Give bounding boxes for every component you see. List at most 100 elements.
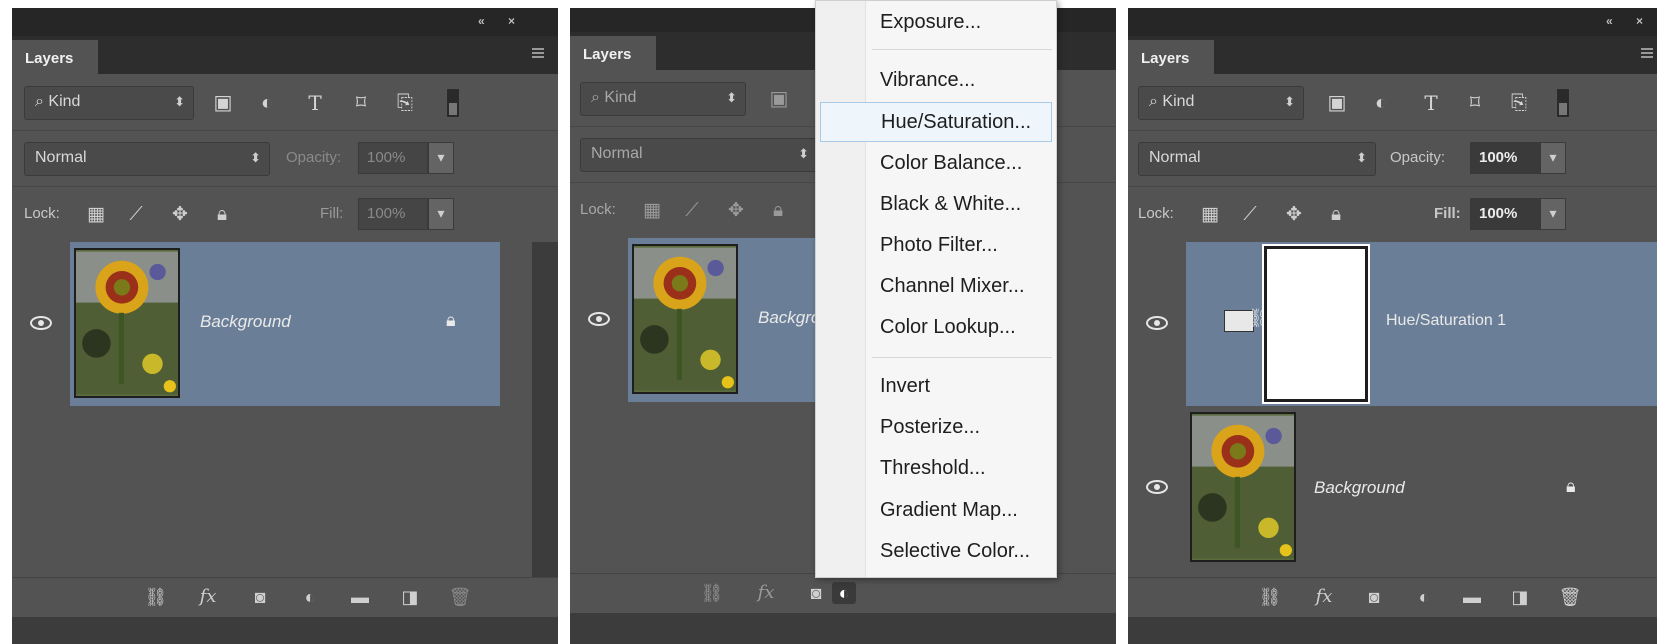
opacity-field[interactable]: 100%	[1470, 142, 1540, 174]
lock-all-icon[interactable]: 🔒︎	[766, 199, 790, 223]
layer-row-background[interactable]: Background 🔒︎	[1128, 406, 1657, 570]
folder-icon[interactable]: ▬	[1460, 586, 1484, 608]
filter-shape-icon[interactable]: ⌑	[1462, 92, 1488, 114]
close-icon[interactable]: ×	[508, 14, 515, 28]
link-icon[interactable]: ⛓	[144, 586, 168, 608]
layer-mask-thumbnail[interactable]	[1262, 244, 1370, 404]
scrollbar[interactable]	[532, 242, 558, 577]
lock-all-icon[interactable]: 🔒︎	[210, 203, 234, 227]
lock-brush-icon[interactable]: ⟋	[124, 203, 148, 227]
lock-transparency-icon[interactable]: ▦	[84, 203, 108, 227]
mask-icon[interactable]: ◙	[804, 582, 828, 604]
fill-field[interactable]: 100%	[1470, 198, 1540, 230]
menu-item-gradient-map[interactable]: Gradient Map...	[866, 491, 1056, 531]
layer-name[interactable]: Background	[1314, 478, 1405, 498]
filter-pixel-icon[interactable]: ▣	[766, 88, 792, 110]
collapse-icon[interactable]: «	[1606, 14, 1613, 28]
adjustment-icon[interactable]: ◐	[1412, 586, 1436, 608]
menu-item-channel-mixer[interactable]: Channel Mixer...	[866, 267, 1056, 307]
menu-item-color-lookup[interactable]: Color Lookup...	[866, 308, 1056, 348]
tab-layers[interactable]: Layers	[570, 36, 656, 70]
mask-icon[interactable]: ◙	[1362, 586, 1386, 608]
layer-name[interactable]: Background	[200, 312, 291, 332]
trash-icon[interactable]: 🗑︎	[448, 586, 472, 608]
visibility-cell[interactable]	[12, 242, 70, 406]
menu-item-selective-color[interactable]: Selective Color...	[866, 532, 1056, 572]
filter-kind-dropdown[interactable]: ⌕ Kind ⬍	[1138, 86, 1304, 120]
lock-move-icon[interactable]: ✥	[1282, 203, 1306, 227]
eye-icon[interactable]	[588, 312, 610, 326]
layer-row-hue-saturation[interactable]: ⛓ Hue/Saturation 1	[1128, 242, 1657, 406]
link-icon[interactable]: ⛓	[700, 582, 724, 604]
menu-item-posterize[interactable]: Posterize...	[866, 408, 1056, 448]
fx-icon[interactable]: fx	[754, 582, 778, 604]
fill-slider-button[interactable]: ▾	[1540, 198, 1566, 230]
blend-mode-dropdown[interactable]: Normal ⬍	[1138, 142, 1376, 176]
visibility-cell[interactable]	[1128, 242, 1186, 406]
filter-pixel-icon[interactable]: ▣	[210, 92, 236, 114]
filter-toggle-switch[interactable]	[1556, 88, 1570, 118]
panel-bottom-strip	[12, 617, 558, 644]
adjustment-icon[interactable]: ◐	[298, 586, 322, 608]
blend-mode-dropdown[interactable]: Normal ⬍	[580, 138, 818, 172]
blend-mode-value: Normal	[35, 149, 87, 166]
filter-kind-dropdown[interactable]: ⌕ Kind ⬍	[580, 82, 746, 116]
opacity-slider-button[interactable]: ▾	[1540, 142, 1566, 174]
fx-icon[interactable]: fx	[1312, 586, 1336, 608]
filter-smart-object-icon[interactable]: ⎘	[1506, 92, 1532, 114]
tab-layers[interactable]: Layers	[12, 40, 98, 74]
menu-item-vibrance[interactable]: Vibrance...	[866, 61, 1056, 101]
filter-kind-value: Kind	[48, 93, 81, 110]
layer-name[interactable]: Hue/Saturation 1	[1386, 312, 1506, 330]
fill-label: Fill:	[320, 205, 344, 222]
menu-item-color-balance[interactable]: Color Balance...	[866, 144, 1056, 184]
panel-menu-icon[interactable]	[1635, 46, 1657, 62]
tab-layers[interactable]: Layers	[1128, 40, 1214, 74]
lock-transparency-icon[interactable]: ▦	[640, 199, 664, 223]
folder-icon[interactable]: ▬	[348, 586, 372, 608]
fx-icon[interactable]: fx	[196, 586, 220, 608]
menu-item-threshold[interactable]: Threshold...	[866, 449, 1056, 489]
eye-icon[interactable]	[30, 316, 52, 330]
menu-item-hue-saturation[interactable]: Hue/Saturation...	[820, 102, 1052, 142]
lock-brush-icon[interactable]: ⟋	[680, 199, 704, 223]
menu-item-black-white[interactable]: Black & White...	[866, 185, 1056, 225]
visibility-cell[interactable]	[570, 238, 628, 402]
filter-kind-dropdown[interactable]: ⌕ Kind ⬍	[24, 86, 194, 120]
fill-field[interactable]: 100%	[358, 198, 428, 230]
blend-mode-dropdown[interactable]: Normal ⬍	[24, 142, 270, 176]
filter-adjustment-icon[interactable]: ◐	[254, 92, 280, 114]
new-layer-icon[interactable]: ◨	[1508, 586, 1532, 608]
filter-type-icon[interactable]: T	[1418, 92, 1444, 114]
menu-item-invert[interactable]: Invert	[866, 367, 1056, 407]
opacity-slider-button[interactable]: ▾	[428, 142, 454, 174]
opacity-field[interactable]: 100%	[358, 142, 428, 174]
lock-brush-icon[interactable]: ⟋	[1238, 203, 1262, 227]
filter-shape-icon[interactable]: ⌑	[348, 92, 374, 114]
trash-icon[interactable]: 🗑︎	[1558, 586, 1582, 608]
fill-slider-button[interactable]: ▾	[428, 198, 454, 230]
mask-icon[interactable]: ◙	[248, 586, 272, 608]
close-icon[interactable]: ×	[1636, 14, 1643, 28]
layer-row-background[interactable]: Background 🔒︎	[12, 242, 500, 406]
adjustment-icon[interactable]: ◐	[832, 582, 856, 604]
filter-smart-object-icon[interactable]: ⎘	[392, 92, 418, 114]
lock-transparency-icon[interactable]: ▦	[1198, 203, 1222, 227]
eye-icon[interactable]	[1146, 316, 1168, 330]
link-icon[interactable]: ⛓	[1258, 586, 1282, 608]
lock-move-icon[interactable]: ✥	[724, 199, 748, 223]
menu-item-exposure[interactable]: Exposure...	[866, 3, 1056, 43]
eye-icon[interactable]	[1146, 480, 1168, 494]
new-layer-icon[interactable]: ◨	[398, 586, 422, 608]
collapse-icon[interactable]: «	[478, 14, 485, 28]
visibility-cell[interactable]	[1128, 406, 1186, 570]
lock-all-icon[interactable]: 🔒︎	[1324, 203, 1348, 227]
filter-pixel-icon[interactable]: ▣	[1324, 92, 1350, 114]
filter-adjustment-icon[interactable]: ◐	[1368, 92, 1394, 114]
panel-menu-icon[interactable]	[526, 46, 548, 62]
menu-item-photo-filter[interactable]: Photo Filter...	[866, 226, 1056, 266]
lock-move-icon[interactable]: ✥	[168, 203, 192, 227]
filter-toggle-switch[interactable]	[446, 88, 460, 118]
lock-label: Lock:	[1138, 205, 1174, 222]
filter-type-icon[interactable]: T	[302, 92, 328, 114]
